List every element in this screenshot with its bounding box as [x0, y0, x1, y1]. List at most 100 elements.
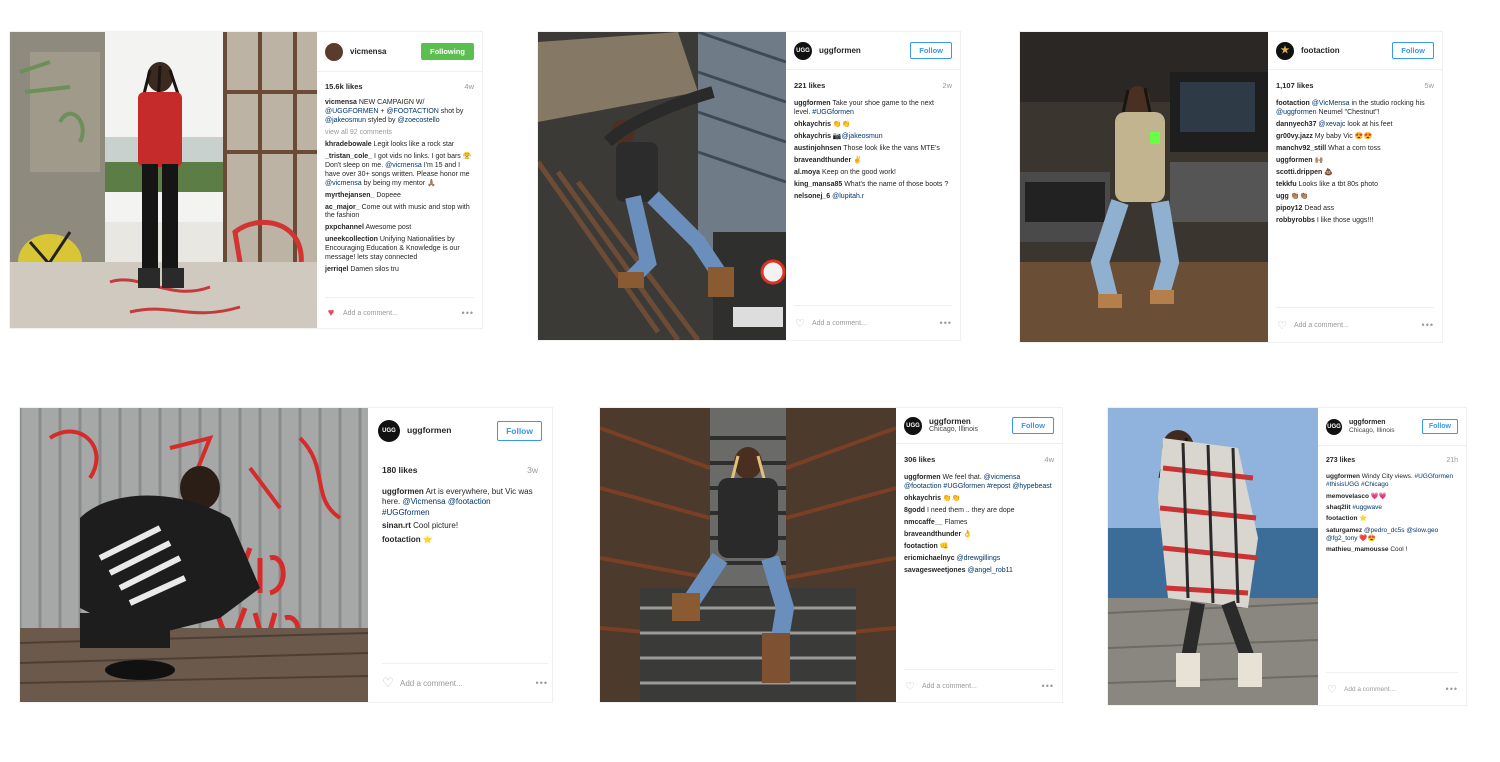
comment-username[interactable]: ohkaychris [794, 133, 831, 140]
comment-username[interactable]: footaction [1326, 515, 1357, 522]
heart-icon[interactable]: ♡ [794, 317, 806, 330]
comment-username[interactable]: ericmichaelnyc [904, 555, 955, 562]
comment-username[interactable]: manchv92_still [1276, 145, 1326, 152]
post-age[interactable]: 2w [942, 81, 952, 90]
comment-username[interactable]: austinjohnsen [794, 145, 841, 152]
more-dots-icon[interactable]: ••• [940, 318, 952, 328]
likes-count[interactable]: 273 likes [1326, 457, 1355, 464]
follow-button[interactable]: Follow [1012, 417, 1054, 434]
comment-username[interactable]: tekkfu [1276, 181, 1297, 188]
avatar[interactable]: ★ [1276, 41, 1294, 60]
heart-icon[interactable]: ♡ [904, 680, 916, 693]
post-photo[interactable] [1020, 32, 1268, 342]
comment-username[interactable]: scotti.drippen [1276, 169, 1322, 176]
post-age[interactable]: 21h [1446, 457, 1458, 464]
comment-username[interactable]: ac_major_ [325, 204, 360, 211]
follow-button[interactable]: Follow [1421, 419, 1458, 434]
comment-username[interactable]: footaction [382, 535, 421, 544]
heart-icon[interactable]: ♥ [325, 307, 337, 319]
view-all-comments-link[interactable]: view all 92 comments [325, 129, 474, 138]
comment-username[interactable]: uggformen [1276, 157, 1313, 164]
comment-username[interactable]: pxpchannel [325, 224, 364, 231]
following-button[interactable]: Following [421, 43, 474, 60]
comment-username[interactable]: footaction [904, 543, 938, 550]
post-photo[interactable] [600, 408, 896, 702]
post-age[interactable]: 4w [1044, 455, 1054, 464]
more-dots-icon[interactable]: ••• [1422, 320, 1434, 330]
post-photo[interactable] [10, 32, 317, 328]
avatar[interactable]: UGG [794, 41, 812, 60]
heart-icon[interactable]: ♡ [1276, 319, 1288, 332]
post-age[interactable]: 3w [527, 465, 538, 475]
username-link[interactable]: uggformen [407, 425, 497, 436]
comment-username[interactable]: saturgamez [1326, 527, 1362, 534]
follow-button[interactable]: Follow [1392, 42, 1434, 59]
heart-icon[interactable]: ♡ [1326, 683, 1338, 696]
add-comment-input[interactable]: Add a comment... [1344, 686, 1446, 693]
more-dots-icon[interactable]: ••• [1042, 681, 1054, 691]
comment-username[interactable]: king_mansa85 [794, 181, 842, 188]
add-comment-input[interactable]: Add a comment... [812, 320, 940, 327]
comment-username[interactable]: jerriqel [325, 266, 348, 273]
avatar[interactable]: UGG [1326, 418, 1342, 435]
post-photo[interactable] [1108, 408, 1318, 705]
comment-username[interactable]: myrthejansen_ [325, 192, 374, 199]
username-link[interactable]: footaction [1301, 46, 1392, 55]
likes-count[interactable]: 221 likes [794, 81, 825, 90]
avatar[interactable]: UGG [904, 416, 922, 435]
comment-username[interactable]: ohkaychris [794, 121, 831, 128]
heart-icon[interactable]: ♡ [382, 675, 394, 691]
post-age[interactable]: 4w [464, 82, 474, 91]
location-link[interactable]: Chicago, Illinois [929, 426, 1012, 434]
likes-count[interactable]: 306 likes [904, 455, 935, 464]
comment-username[interactable]: nelsonej_6 [794, 193, 830, 200]
username-link[interactable]: uggformen [819, 46, 910, 55]
comment-username[interactable]: al.moya [794, 169, 820, 176]
follow-button[interactable]: Follow [497, 421, 542, 441]
username-link[interactable]: uggformen Chicago, Illinois [929, 417, 1012, 434]
caption-username[interactable]: footaction [1276, 100, 1310, 107]
comment-username[interactable]: sinan.rt [382, 521, 411, 530]
username-link[interactable]: vicmensa [350, 47, 421, 56]
comment-username[interactable]: ohkaychris [904, 495, 941, 502]
comment-username[interactable]: savagesweetjones [904, 567, 965, 574]
follow-button[interactable]: Follow [910, 42, 952, 59]
comment-username[interactable]: robbyrobbs [1276, 217, 1315, 224]
caption-username[interactable]: uggformen [1326, 473, 1360, 480]
comment-username[interactable]: 8godd [904, 507, 925, 514]
location-link[interactable]: Chicago, Illinois [1349, 427, 1422, 434]
comment-username[interactable]: braveandthunder [794, 157, 851, 164]
comment-username[interactable]: memovelasco [1326, 493, 1369, 500]
comment-username[interactable]: khradebowale [325, 141, 372, 148]
comment-username[interactable]: dannyech37 [1276, 121, 1316, 128]
add-comment-input[interactable]: Add a comment... [343, 310, 462, 317]
caption-username[interactable]: uggformen [794, 100, 831, 107]
comment-username[interactable]: gr00vy.jazz [1276, 133, 1313, 140]
more-dots-icon[interactable]: ••• [1446, 684, 1458, 694]
comment-username[interactable]: uneekcollection [325, 236, 378, 243]
comment-username[interactable]: _tristan_cole_ [325, 153, 372, 160]
comment-username[interactable]: mathieu_mamousse [1326, 546, 1389, 553]
avatar[interactable] [325, 42, 343, 61]
post-photo[interactable] [538, 32, 786, 340]
add-comment-input[interactable]: Add a comment... [400, 679, 536, 688]
comment-username[interactable]: braveandthunder [904, 531, 961, 538]
more-dots-icon[interactable]: ••• [462, 308, 474, 318]
post-photo[interactable] [20, 408, 368, 702]
comment-username[interactable]: pipoy12 [1276, 205, 1302, 212]
likes-count[interactable]: 15.6k likes [325, 82, 363, 91]
add-comment-input[interactable]: Add a comment... [1294, 322, 1422, 329]
add-comment-input[interactable]: Add a comment... [922, 683, 1042, 690]
comment-username[interactable]: ugg [1276, 193, 1289, 200]
comment-username[interactable]: nmccaffe__ [904, 519, 943, 526]
caption-username[interactable]: uggformen [382, 487, 424, 496]
more-dots-icon[interactable]: ••• [536, 678, 548, 688]
likes-count[interactable]: 1,107 likes [1276, 81, 1314, 90]
post-age[interactable]: 5w [1424, 81, 1434, 90]
comment-username[interactable]: shaq2lit [1326, 504, 1351, 511]
likes-count[interactable]: 180 likes [382, 465, 417, 475]
avatar[interactable]: UGG [378, 420, 400, 442]
caption-username[interactable]: uggformen [904, 474, 941, 481]
username-link[interactable]: uggformen Chicago, Illinois [1349, 419, 1422, 435]
caption-username[interactable]: vicmensa [325, 99, 357, 106]
